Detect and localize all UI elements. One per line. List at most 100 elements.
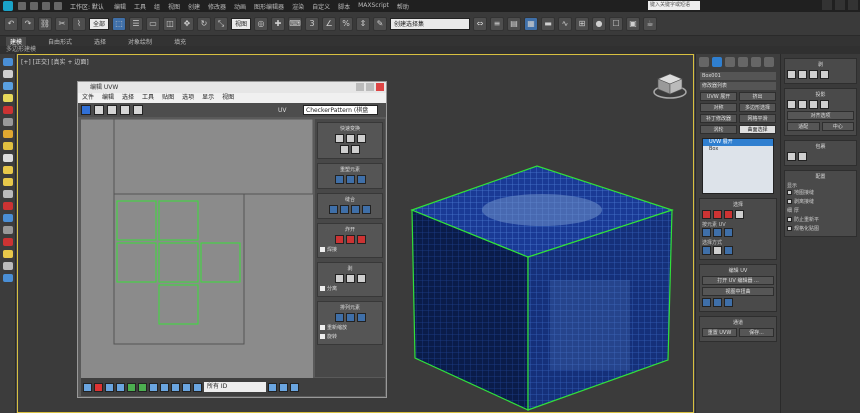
select-manipulate-icon[interactable]: ✚ (271, 16, 286, 31)
fit-button[interactable]: 适配 (787, 122, 820, 131)
normalize-map-checkbox[interactable] (787, 226, 792, 231)
prevent-reflatten-checkbox[interactable] (787, 217, 792, 222)
angle-snap-icon[interactable]: ∠ (322, 16, 337, 31)
ignore-backface-icon[interactable] (713, 246, 722, 255)
uv-label[interactable]: UV (278, 107, 287, 114)
pack-icon[interactable] (334, 313, 344, 322)
render-production-icon[interactable]: ☕ (643, 16, 658, 31)
uvw-minimize-icon[interactable] (356, 83, 364, 91)
viewport-label[interactable]: [+] [正交] [真实 + 边面] (21, 57, 89, 66)
reference-coord-select[interactable]: 视图 (231, 17, 252, 30)
select-face-icon[interactable] (105, 382, 114, 392)
thick-radio[interactable]: 厚 (794, 207, 799, 214)
rotate-ccw-icon[interactable] (351, 145, 360, 154)
patch-modifier-button[interactable]: 补丁修改器 (700, 114, 737, 123)
close-icon[interactable] (848, 0, 858, 10)
stitch-source-icon[interactable] (340, 205, 349, 214)
curve-editor-icon[interactable]: ∿ (558, 16, 573, 31)
shrink-sel-icon[interactable] (713, 228, 722, 237)
cloth-icon[interactable] (3, 214, 13, 222)
vertex-level-icon[interactable] (702, 210, 711, 219)
menu-tools[interactable]: 工具 (134, 2, 146, 11)
select-object-icon[interactable]: ⬚ (112, 16, 127, 31)
flatten-icon[interactable] (356, 235, 366, 244)
menu-graph-editors[interactable]: 图形编辑器 (254, 2, 284, 11)
uv-canvas[interactable] (81, 119, 313, 389)
pan-icon[interactable] (268, 382, 277, 392)
rotate-checkbox[interactable] (320, 334, 325, 339)
helper-icon[interactable] (3, 130, 13, 138)
stack-item-box[interactable]: Box (703, 146, 773, 153)
sun-icon[interactable] (3, 166, 13, 174)
select-edge-icon[interactable] (94, 382, 103, 392)
straighten-icon[interactable] (334, 175, 344, 184)
uvw-title-bar[interactable]: 编辑 UVW (78, 82, 386, 93)
align-icon[interactable]: ≡ (490, 16, 505, 31)
rescale-row[interactable]: 重新缩放 (320, 324, 380, 331)
checker-pattern-select[interactable]: CheckerPattern (棋盘 (303, 105, 378, 115)
ring-icon[interactable] (3, 274, 13, 282)
unfold-strip-icon[interactable] (798, 152, 807, 161)
face-level-icon[interactable] (724, 210, 733, 219)
modifier-list-select[interactable]: 修改器列表 (700, 82, 776, 90)
region-select-icon[interactable]: ▭ (146, 16, 161, 31)
app-logo-icon[interactable] (3, 1, 13, 11)
tab-selection[interactable]: 选择 (94, 37, 106, 46)
schematic-view-icon[interactable]: ⊞ (575, 16, 590, 31)
selection-filter-select[interactable]: 全部 (89, 17, 110, 30)
percent-snap-icon[interactable]: % (339, 16, 354, 31)
tab-populate[interactable]: 填充 (174, 37, 186, 46)
center-button[interactable]: 中心 (821, 122, 854, 131)
align-icon[interactable] (334, 134, 344, 143)
loop-icon[interactable] (149, 382, 158, 392)
loop-sel-icon[interactable] (724, 228, 733, 237)
ring-icon[interactable] (160, 382, 169, 392)
paint-select-icon[interactable] (171, 382, 180, 392)
select-by-name-icon[interactable]: ☰ (129, 16, 144, 31)
menu-animation[interactable]: 动画 (234, 2, 246, 11)
stack-item-unwrap[interactable]: UVW 展开 (703, 139, 773, 146)
camera-icon[interactable] (3, 142, 13, 150)
break-icon[interactable] (334, 235, 344, 244)
viewcube-icon[interactable] (650, 70, 690, 100)
menu-scripting[interactable]: 脚本 (338, 2, 350, 11)
split-checkbox[interactable] (320, 286, 325, 291)
uv-textured-box[interactable] (410, 160, 675, 413)
motion-tab-icon[interactable] (738, 57, 748, 67)
search-input[interactable]: 键入关键字或短语 (648, 1, 700, 10)
scale-icon[interactable]: ⤡ (214, 16, 229, 31)
uvw-mirror-icon[interactable] (133, 105, 143, 115)
grid-icon[interactable] (3, 118, 13, 126)
pelt-icon[interactable] (345, 274, 355, 283)
pelt-side-icon[interactable] (820, 70, 829, 79)
display-tab-icon[interactable] (751, 57, 761, 67)
material-editor-icon[interactable]: ● (592, 16, 607, 31)
paint-sel-icon[interactable] (702, 246, 711, 255)
menu-create[interactable]: 创建 (188, 2, 200, 11)
menu-help[interactable]: 帮助 (397, 2, 409, 11)
wand-icon[interactable] (3, 250, 13, 258)
uvw-menu-file[interactable]: 文件 (82, 93, 94, 103)
uvw-freeform-icon[interactable] (120, 105, 130, 115)
tab-object-paint[interactable]: 对象绘制 (128, 37, 152, 46)
scene-explorer-icon[interactable]: ▤ (507, 16, 522, 31)
window-crossing-icon[interactable]: ◫ (163, 16, 178, 31)
uvw-rotate-icon[interactable] (94, 105, 104, 115)
edge-level-icon[interactable] (713, 210, 722, 219)
box-map-icon[interactable] (820, 100, 829, 109)
uvw-menu-mapping[interactable]: 贴图 (162, 93, 174, 103)
uvw-editor-window[interactable]: 编辑 UVW 文件 编辑 选择 工具 贴图 选项 显示 视图 UV Checke… (77, 81, 387, 398)
modify-tab-icon[interactable] (712, 57, 722, 67)
object-name-field[interactable]: Box001 (700, 72, 776, 80)
quick-map-icon[interactable] (713, 298, 722, 307)
zoom-region-icon[interactable] (290, 382, 299, 392)
edit-named-sets-icon[interactable]: ✎ (373, 16, 388, 31)
planar-map-icon[interactable] (787, 100, 796, 109)
keyboard-shortcut-icon[interactable]: ⌨ (288, 16, 303, 31)
save-button[interactable]: 保存... (739, 328, 774, 337)
soft-select-icon[interactable] (182, 382, 191, 392)
menu-edit[interactable]: 编辑 (114, 2, 126, 11)
move-icon[interactable]: ✥ (180, 16, 195, 31)
menu-views[interactable]: 视图 (168, 2, 180, 11)
unwrap-uvw-button[interactable]: UVW 展开 (700, 92, 737, 101)
